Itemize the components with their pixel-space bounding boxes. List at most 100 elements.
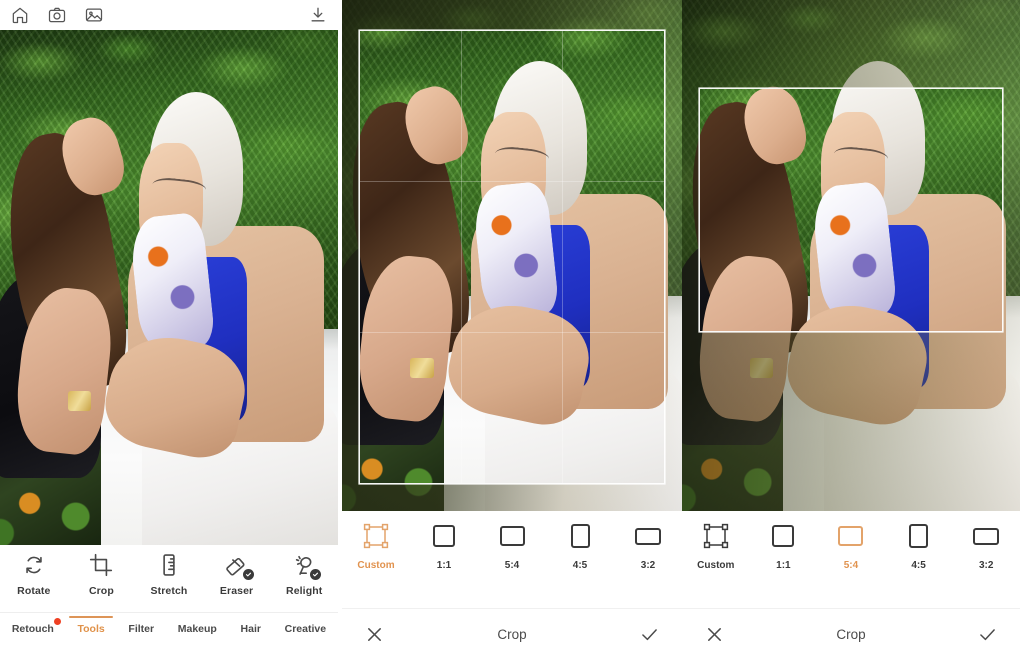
- ratio-label: 3:2: [978, 560, 994, 571]
- crop-handle-top-left[interactable]: [360, 31, 374, 45]
- crop-handle-top-right[interactable]: [650, 31, 664, 45]
- tab-tools[interactable]: Tools: [76, 617, 107, 643]
- crop-ratio-row: Custom 1:1 5:4 4:5 3:2: [342, 511, 682, 595]
- ratio-option-1-1[interactable]: 1:1: [416, 521, 472, 571]
- tool-label: Stretch: [150, 585, 188, 597]
- ratio-shape-icon: [497, 521, 527, 551]
- photo-canvas-1[interactable]: [0, 30, 338, 545]
- tool-label: Rotate: [17, 585, 51, 597]
- photo-bracelet: [410, 357, 434, 379]
- ratio-label: 3:2: [640, 560, 656, 571]
- download-icon[interactable]: [308, 5, 328, 25]
- crop-preview: [700, 89, 1002, 331]
- tool-label: Relight: [286, 585, 323, 597]
- ratio-label: 4:5: [911, 560, 926, 571]
- tool-rotate[interactable]: Rotate: [2, 552, 66, 597]
- close-icon[interactable]: [362, 623, 386, 647]
- crop-handle-top-left[interactable]: [700, 89, 714, 103]
- ratio-label: 4:5: [572, 560, 588, 571]
- ratio-option-custom[interactable]: Custom: [688, 521, 744, 571]
- ratio-label: 1:1: [436, 560, 452, 571]
- ratio-option-3-2[interactable]: 3:2: [620, 521, 676, 571]
- tab-label: Retouch: [11, 622, 54, 635]
- stretch-icon: [156, 552, 182, 578]
- ratio-option-3-2[interactable]: 3:2: [958, 521, 1014, 571]
- tool-eraser[interactable]: Eraser: [205, 552, 269, 597]
- category-tabs: Retouch Tools Filter Makeup Hair Creativ…: [0, 612, 338, 646]
- applied-check-badge: [310, 569, 322, 580]
- ratio-shape-icon: [971, 521, 1001, 551]
- tab-label: Tools: [77, 622, 105, 635]
- custom-crop-icon: [361, 521, 391, 551]
- tool-stretch[interactable]: Stretch: [137, 552, 201, 597]
- ratio-option-1-1[interactable]: 1:1: [755, 521, 811, 571]
- ratio-shape-icon: [565, 521, 595, 551]
- home-icon[interactable]: [10, 5, 30, 25]
- tool-label: Eraser: [219, 585, 254, 597]
- check-icon[interactable]: [638, 623, 662, 647]
- ratio-label: Custom: [697, 560, 735, 571]
- ratio-option-4-5[interactable]: 4:5: [552, 521, 608, 571]
- ratio-label: 5:4: [843, 560, 859, 571]
- ratio-label: 1:1: [776, 560, 791, 571]
- applied-check-badge: [242, 569, 254, 580]
- ratio-option-5-4[interactable]: 5:4: [484, 521, 540, 571]
- crop-handle-top-right[interactable]: [988, 89, 1002, 103]
- relight-icon: [291, 552, 322, 580]
- crop-icon: [88, 552, 114, 578]
- photo-bracelet: [749, 357, 774, 379]
- custom-crop-icon: [701, 521, 731, 551]
- eraser-icon: [224, 552, 254, 580]
- tab-creative[interactable]: Creative: [283, 617, 328, 643]
- photo-image: [0, 30, 338, 545]
- crop-confirm-row: Crop: [342, 608, 682, 660]
- tab-label: Filter: [128, 622, 155, 635]
- gallery-icon[interactable]: [84, 5, 104, 25]
- panel-crop-5-4: Custom 1:1 5:4 4:5 3:2 Crop: [682, 0, 1020, 660]
- ratio-label: 5:4: [504, 560, 520, 571]
- tab-makeup[interactable]: Makeup: [176, 617, 219, 643]
- tab-retouch[interactable]: Retouch: [10, 617, 61, 643]
- tab-hair[interactable]: Hair: [239, 617, 263, 643]
- ratio-option-4-5[interactable]: 4:5: [891, 521, 947, 571]
- panel-editor-home: Rotate Crop Stretch Eraser Relight Retou…: [0, 0, 338, 660]
- crop-handle-bottom-right[interactable]: [650, 469, 664, 483]
- crop-confirm-row: Crop: [682, 608, 1020, 660]
- ratio-shape-icon: [768, 521, 798, 551]
- tools-row: Rotate Crop Stretch Eraser Relight: [0, 549, 338, 607]
- ratio-shape-icon: [633, 521, 663, 551]
- crop-handle-bottom-left[interactable]: [360, 469, 374, 483]
- ratio-shape-icon: [836, 521, 866, 551]
- rotate-icon: [21, 552, 47, 578]
- ratio-option-5-4[interactable]: 5:4: [823, 521, 879, 571]
- crop-preview: [360, 31, 664, 483]
- ratio-label: Custom: [357, 560, 395, 571]
- check-icon[interactable]: [976, 623, 1000, 647]
- photo-bracelet: [67, 390, 92, 412]
- screenshot-root: Rotate Crop Stretch Eraser Relight Retou…: [0, 0, 1024, 660]
- camera-icon[interactable]: [47, 5, 67, 25]
- crop-handle-bottom-right[interactable]: [988, 317, 1002, 331]
- new-badge-dot: [53, 617, 61, 625]
- top-toolbar: [0, 0, 338, 30]
- close-icon[interactable]: [702, 623, 726, 647]
- photo-canvas-3[interactable]: [682, 0, 1020, 511]
- crop-handle-bottom-left[interactable]: [700, 317, 714, 331]
- photo-canvas-2[interactable]: [342, 0, 682, 511]
- ratio-shape-icon: [429, 521, 459, 551]
- tab-filter[interactable]: Filter: [126, 617, 156, 643]
- panel-crop-custom: Custom 1:1 5:4 4:5 3:2 Crop: [342, 0, 682, 660]
- ratio-option-custom[interactable]: Custom: [348, 521, 404, 571]
- tab-label: Hair: [240, 622, 261, 635]
- tool-crop[interactable]: Crop: [69, 552, 133, 597]
- tool-label: Crop: [88, 585, 114, 597]
- tab-label: Makeup: [177, 622, 217, 635]
- tab-label: Creative: [284, 622, 327, 635]
- crop-ratio-row: Custom 1:1 5:4 4:5 3:2: [682, 511, 1020, 595]
- tool-relight[interactable]: Relight: [272, 552, 336, 597]
- crop-frame[interactable]: [700, 89, 1002, 331]
- crop-title: Crop: [836, 627, 866, 642]
- ratio-shape-icon: [904, 521, 934, 551]
- crop-title: Crop: [497, 627, 527, 642]
- crop-frame[interactable]: [360, 31, 664, 483]
